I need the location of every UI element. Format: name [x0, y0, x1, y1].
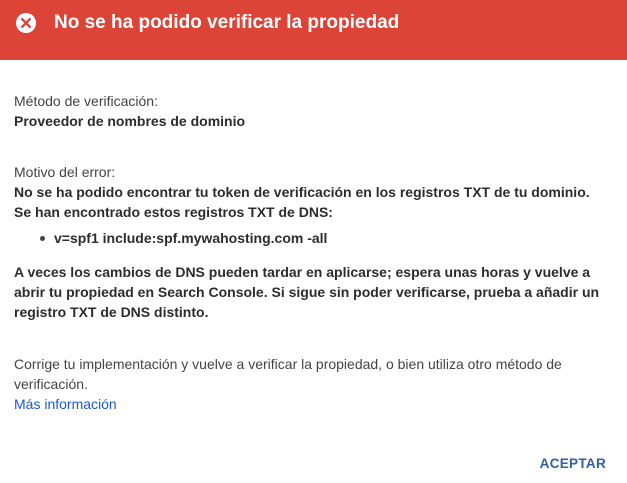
error-reason-label: Motivo del error: [14, 164, 116, 180]
txt-records-found-text: Se han encontrado estos registros TXT de… [14, 204, 333, 220]
dialog-header: No se ha podido verificar la propiedad [0, 0, 627, 60]
verification-method-value: Proveedor de nombres de dominio [14, 113, 246, 129]
bullet-icon [40, 236, 45, 241]
txt-records-list: v=spf1 include:spf.mywahosting.com -all [14, 228, 614, 248]
more-info-link[interactable]: Más información [14, 396, 117, 412]
dialog-title: No se ha podido verificar la propiedad [54, 11, 400, 33]
verification-failed-dialog: No se ha podido verificar la propiedad M… [0, 0, 627, 483]
fix-instructions: Corrige tu implementación y vuelve a ver… [14, 356, 562, 392]
accept-button[interactable]: ACEPTAR [540, 456, 606, 471]
list-item: v=spf1 include:spf.mywahosting.com -all [40, 228, 614, 248]
error-circle-x-icon [15, 12, 37, 34]
dialog-body: Método de verificación: Proveedor de nom… [14, 91, 614, 414]
txt-record-value: v=spf1 include:spf.mywahosting.com -all [54, 230, 328, 246]
verification-method-label: Método de verificación: [14, 93, 158, 109]
dns-propagation-note: A veces los cambios de DNS pueden tardar… [14, 264, 600, 320]
error-reason-text: No se ha podido encontrar tu token de ve… [14, 184, 590, 200]
